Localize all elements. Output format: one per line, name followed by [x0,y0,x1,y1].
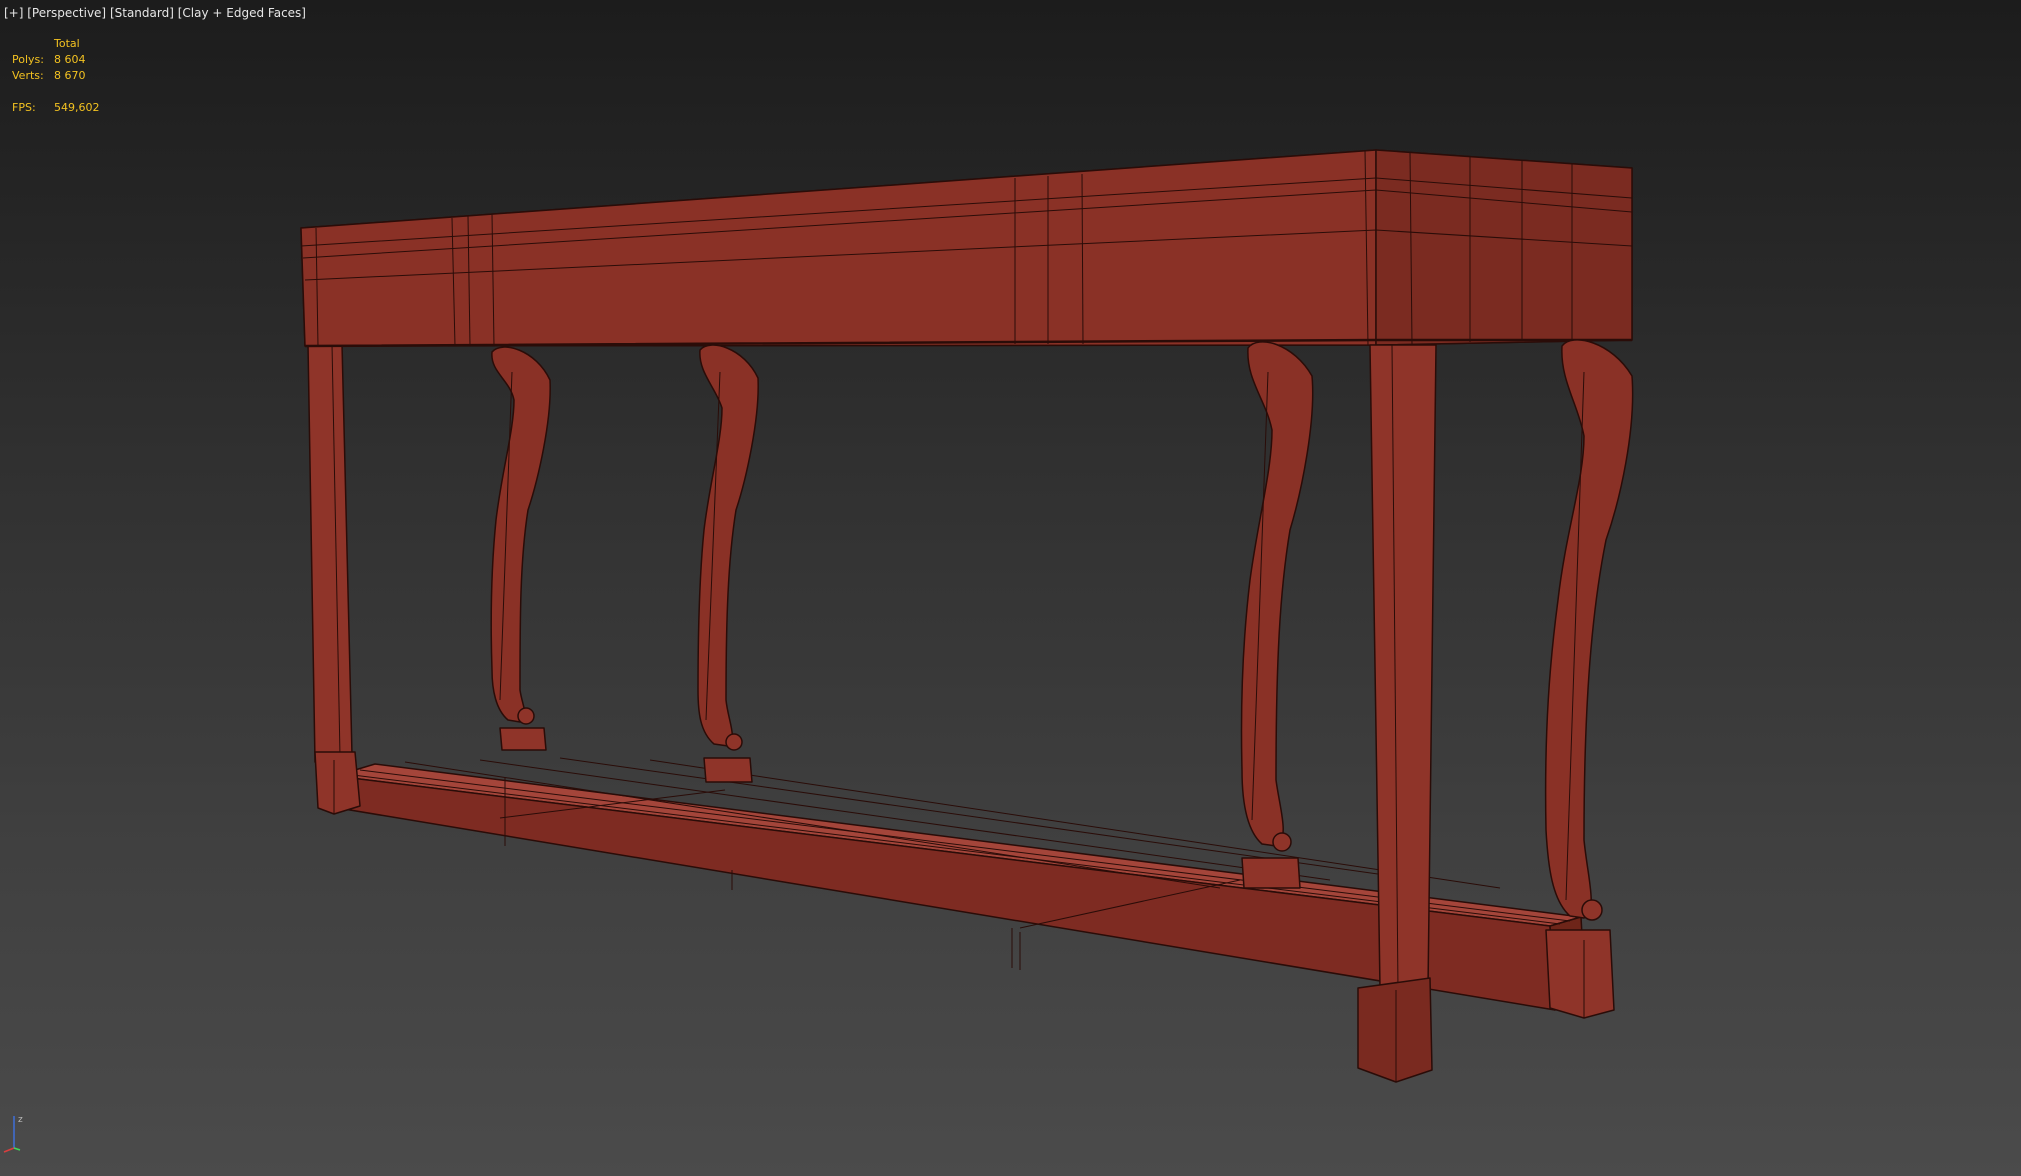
cabriole-leg-1 [490,346,551,751]
axis-tripod-icon: z [3,1115,23,1153]
cabriole-leg-2 [697,344,759,783]
cabriole-leg-3 [1240,341,1314,889]
console-table-model[interactable] [0,0,2021,1176]
front-left-leg [307,343,361,815]
perspective-viewport[interactable]: [+] [Perspective] [Standard] [Clay + Edg… [0,0,2021,1176]
axis-z-label: z [18,1115,23,1125]
table-apron [300,149,1633,348]
